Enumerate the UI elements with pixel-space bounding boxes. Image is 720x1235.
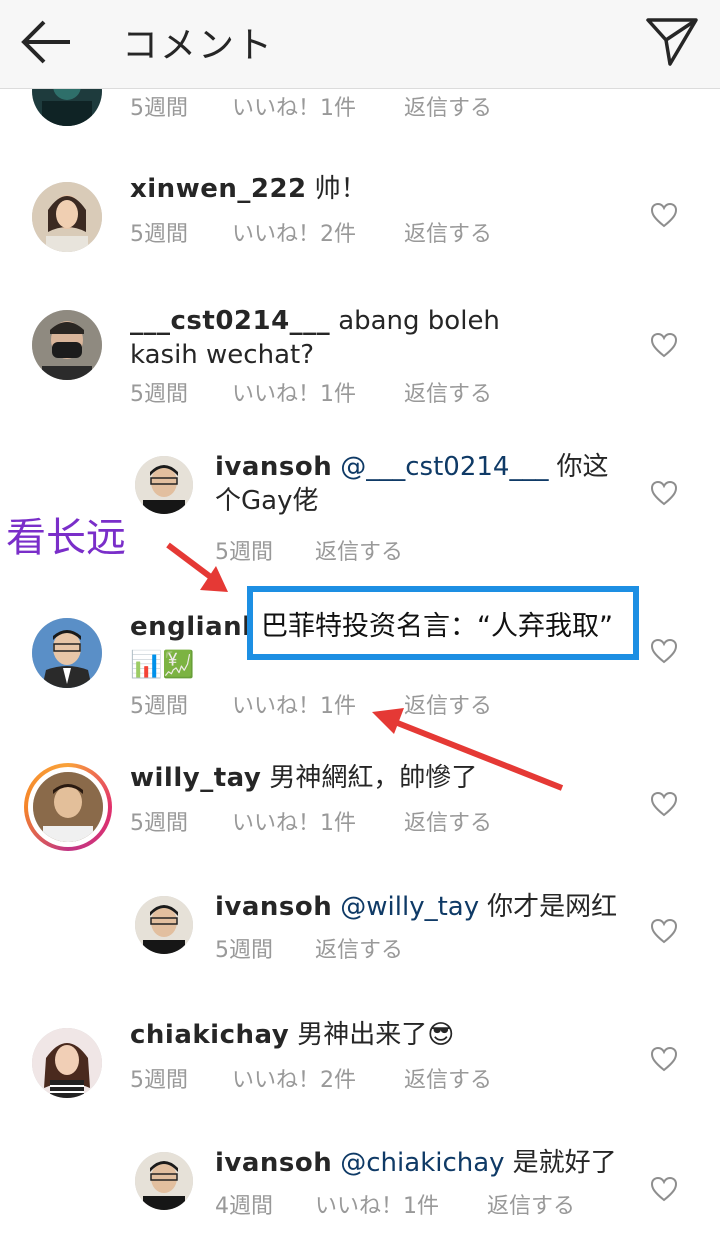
mention-link[interactable]: @chiakichay (340, 1148, 504, 1178)
annotation-label: 看长远 (6, 515, 126, 561)
comment-text: ivansoh @chiakichay 是就好了 (215, 1146, 635, 1180)
comment-text: ivansoh @___cst0214___ 你这个Gay佬 (215, 450, 615, 518)
story-ring[interactable] (24, 763, 112, 851)
comment-text: chiakichay 男神出来了😎 (130, 1018, 610, 1052)
reply-button[interactable]: 返信する (404, 216, 492, 248)
likes-count[interactable]: いいね！1件 (315, 1188, 439, 1220)
reply-button[interactable]: 返信する (404, 688, 492, 720)
page-title: コメント (122, 25, 275, 66)
annotation-highlight-box: 巴菲特投资名言：“人弃我取” (247, 586, 639, 660)
paper-plane-icon (646, 18, 698, 66)
avatar[interactable] (135, 456, 193, 514)
reply-button[interactable]: 返信する (404, 805, 492, 837)
heart-icon[interactable] (650, 332, 678, 358)
comment-text: ___cst0214___ abang boleh kasih wechat? (130, 304, 570, 372)
avatar[interactable] (135, 896, 193, 954)
comment-text: xinwen_222 帅！ (130, 172, 610, 206)
reply-button[interactable]: 返信する (404, 376, 492, 408)
comment-row: chiakichay 男神出来了😎 5週間 いいね！2件 返信する (0, 1000, 720, 1120)
comment-time: 5週間 (215, 540, 273, 565)
likes-count[interactable]: いいね！2件 (232, 216, 356, 248)
comment-body: 帅！ (314, 174, 367, 204)
username[interactable]: willy_tay (130, 763, 261, 793)
avatar[interactable] (135, 1152, 193, 1210)
avatar[interactable] (32, 310, 102, 380)
avatar[interactable] (32, 1028, 102, 1098)
heart-icon[interactable] (650, 1176, 678, 1202)
comment-body: 男神出来了😎 (297, 1020, 455, 1050)
reply-row: ivansoh @willy_tay 你才是网红 5週間 返信する (0, 870, 720, 980)
username[interactable]: ivansoh (215, 452, 332, 482)
comment-row: willy_tay 男神網紅，帥慘了 5週間 いいね！1件 返信する (0, 745, 720, 855)
back-button[interactable] (18, 18, 78, 66)
username[interactable]: ivansoh (215, 892, 332, 922)
likes-count[interactable]: いいね！1件 (232, 90, 356, 122)
comment-body: 男神網紅，帥慘了 (269, 763, 478, 793)
avatar (33, 772, 103, 842)
username[interactable]: chiakichay (130, 1020, 289, 1050)
heart-icon[interactable] (650, 1046, 678, 1072)
mention-link[interactable]: @___cst0214___ (340, 452, 548, 482)
reply-row: ivansoh @chiakichay 是就好了 4週間 いいね！1件 返信する (0, 1130, 720, 1235)
heart-icon[interactable] (650, 202, 678, 228)
comment-time: 5週間 (130, 382, 188, 407)
heart-icon[interactable] (650, 480, 678, 506)
reply-button[interactable]: 返信する (315, 534, 403, 566)
comment-body: 是就好了 (512, 1148, 617, 1178)
comment-time: 5週間 (215, 938, 273, 963)
arrow-left-icon (21, 20, 70, 64)
annotation-boxed-text: 巴菲特投资名言：“人弃我取” (261, 611, 613, 642)
heart-icon[interactable] (650, 638, 678, 664)
avatar[interactable] (32, 618, 102, 688)
username[interactable]: ___cst0214___ (130, 306, 330, 336)
username[interactable]: ivansoh (215, 1148, 332, 1178)
reply-button[interactable]: 返信する (315, 932, 403, 964)
comment-time: 5週間 (130, 811, 188, 836)
comment-text: ivansoh @willy_tay 你才是网红 (215, 890, 635, 924)
comment-text: willy_tay 男神網紅，帥慘了 (130, 761, 610, 795)
comment-row: ___cst0214___ abang boleh kasih wechat? 5… (0, 280, 720, 410)
comment-body: 📊💹 (130, 650, 195, 680)
comment-time: 5週間 (130, 1068, 188, 1093)
top-bar: コメント (0, 0, 720, 89)
send-button[interactable] (644, 14, 700, 68)
reply-button[interactable]: 返信する (404, 1062, 492, 1094)
likes-count[interactable]: いいね！2件 (232, 1062, 356, 1094)
username[interactable]: xinwen_222 (130, 174, 307, 204)
mention-link[interactable]: @willy_tay (340, 892, 479, 922)
heart-icon[interactable] (650, 918, 678, 944)
comment-time: 4週間 (215, 1194, 273, 1219)
avatar[interactable] (32, 182, 102, 252)
comment-body: 你才是网红 (487, 892, 618, 922)
likes-count[interactable]: いいね！1件 (232, 376, 356, 408)
reply-button[interactable]: 返信する (487, 1188, 575, 1220)
comment-row: xinwen_222 帅！ 5週間 いいね！2件 返信する (0, 150, 720, 260)
comment-time: 5週間 (130, 694, 188, 719)
likes-count[interactable]: いいね！1件 (232, 805, 356, 837)
comment-time: 5週間 (130, 96, 188, 121)
likes-count[interactable]: いいね！1件 (232, 688, 356, 720)
heart-icon[interactable] (650, 791, 678, 817)
comment-time: 5週間 (130, 222, 188, 247)
reply-button[interactable]: 返信する (404, 90, 492, 122)
